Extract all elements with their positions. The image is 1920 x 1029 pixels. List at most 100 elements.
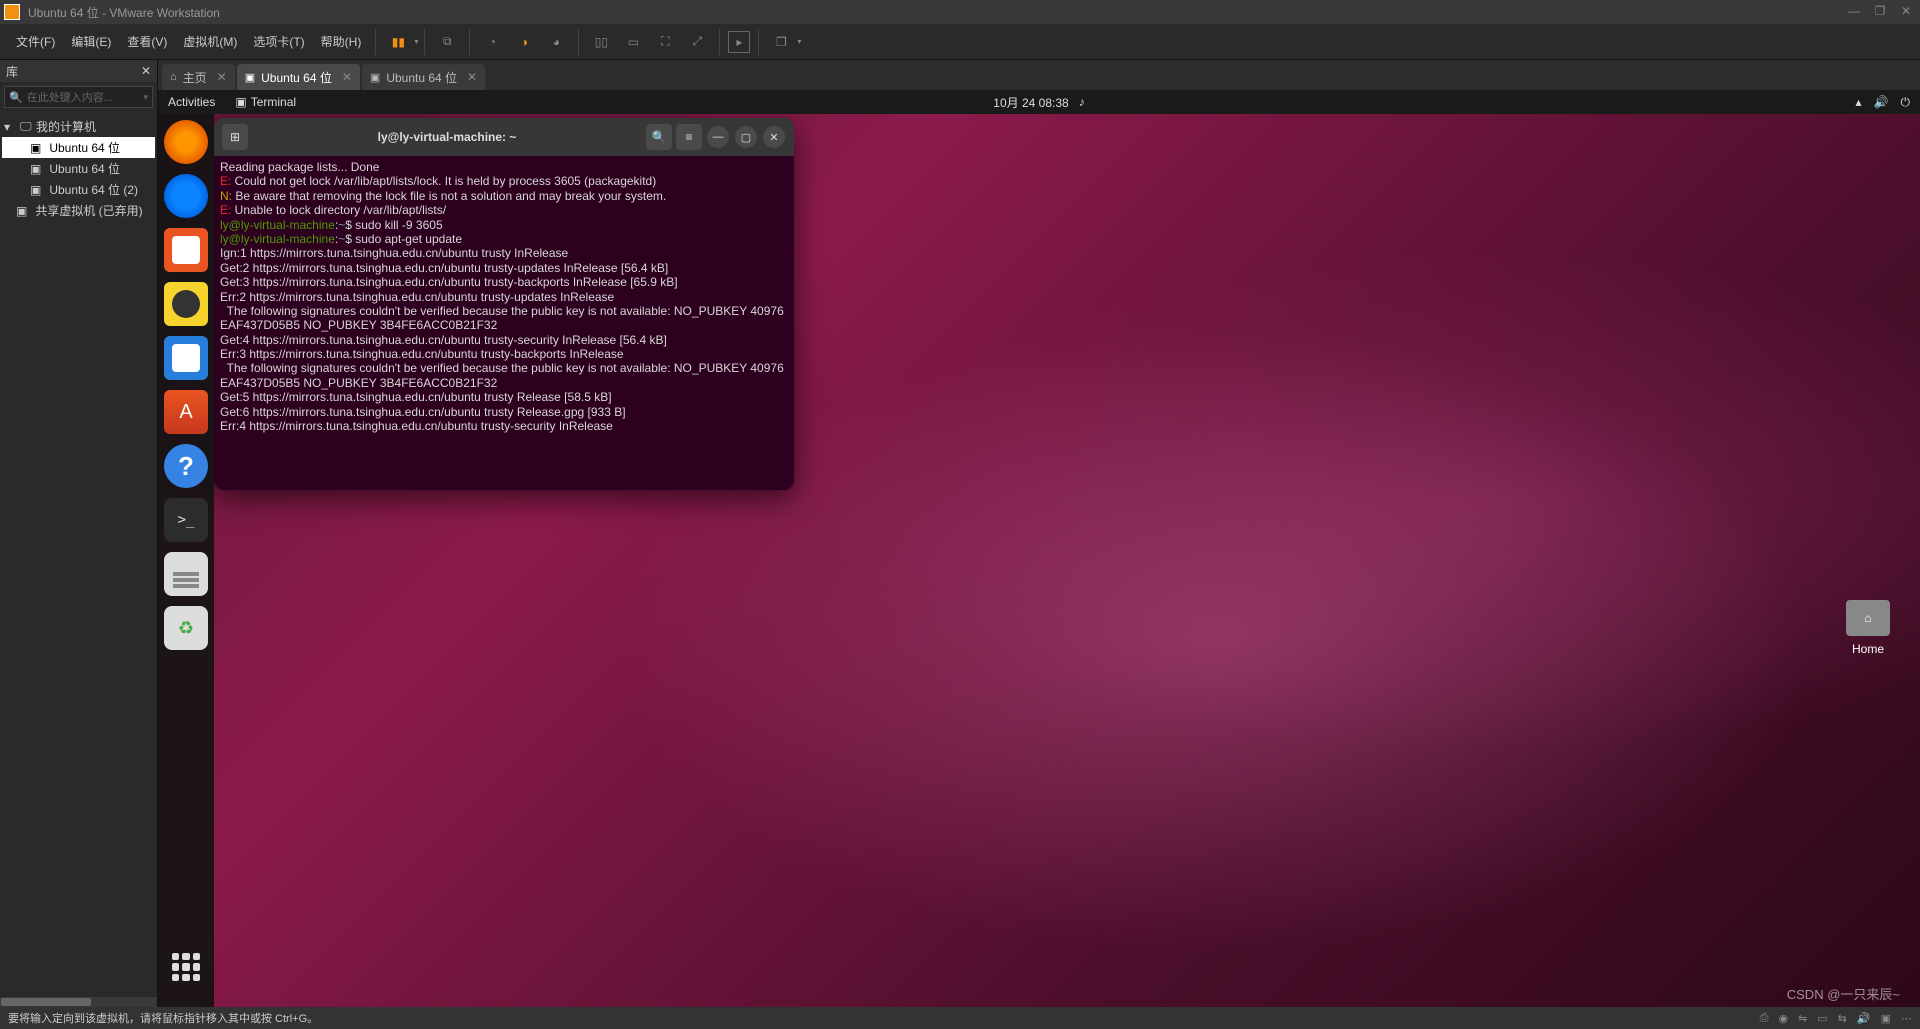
home-icon: ⌂ [170, 71, 177, 83]
search-icon: 🔍 [9, 91, 23, 104]
dock-software[interactable]: A [164, 390, 208, 434]
dock-apps-grid[interactable] [166, 947, 206, 987]
library-tree: ▾ 🖵 我的计算机 ▣ Ubuntu 64 位 ▣ Ubuntu 64 位 ▣ … [0, 112, 157, 225]
terminal-indicator[interactable]: ▣ Terminal [235, 95, 296, 109]
tree-vm-3[interactable]: ▣ Ubuntu 64 位 (2) [2, 179, 155, 200]
snapshot-icon[interactable]: ◔ [478, 28, 506, 56]
dropdown-icon[interactable]: ▾ [143, 92, 148, 103]
library-close-icon[interactable]: ✕ [141, 64, 151, 78]
vm-icon: ▣ [370, 71, 380, 84]
network-icon[interactable]: ▴ [1856, 95, 1862, 110]
terminal-title: ly@ly-virtual-machine: ~ [250, 130, 644, 144]
layout-stretch-icon[interactable]: ⛶ [651, 28, 679, 56]
device-net-icon[interactable]: ⇆ [1838, 1012, 1847, 1025]
tab-close-icon[interactable]: ✕ [342, 70, 352, 84]
terminal-close-button[interactable]: ✕ [763, 126, 785, 148]
device-usb-icon[interactable]: ⇋ [1798, 1012, 1807, 1025]
tab-ubuntu-2[interactable]: ▣ Ubuntu 64 位 ✕ [362, 64, 485, 90]
device-disk-icon[interactable]: ▭ [1817, 1012, 1827, 1025]
maximize-button[interactable]: ❐ [1870, 2, 1890, 22]
datetime[interactable]: 10月 24 08:38 [993, 94, 1068, 111]
tab-ubuntu-active[interactable]: ▣ Ubuntu 64 位 ✕ [237, 64, 360, 90]
computer-icon: 🖵 [20, 119, 34, 134]
vm-icon: ▣ [30, 183, 44, 197]
tree-root[interactable]: ▾ 🖵 我的计算机 [2, 116, 155, 137]
layout-fullscreen-x-icon[interactable]: ⤢ [683, 28, 711, 56]
minimize-button[interactable]: — [1844, 2, 1864, 22]
vm-desktop[interactable]: Activities ▣ Terminal 10月 24 08:38 ♪ ▴ 🔊… [158, 90, 1920, 1007]
vmware-title-bar: Ubuntu 64 位 - VMware Workstation — ❐ ✕ [0, 0, 1920, 24]
dock-libreoffice[interactable] [164, 336, 208, 380]
dock-help[interactable]: ? [164, 444, 208, 488]
library-header: 库 ✕ [0, 60, 157, 82]
main-area: ⌂ 主页 ✕ ▣ Ubuntu 64 位 ✕ ▣ Ubuntu 64 位 ✕ A… [158, 60, 1920, 1007]
tab-bar: ⌂ 主页 ✕ ▣ Ubuntu 64 位 ✕ ▣ Ubuntu 64 位 ✕ [158, 60, 1920, 90]
menu-help[interactable]: 帮助(H) [313, 29, 370, 54]
terminal-header[interactable]: ⊞ ly@ly-virtual-machine: ~ 🔍 ≡ — ▢ ✕ [214, 118, 794, 156]
library-title: 库 [6, 63, 18, 80]
device-print-icon[interactable]: ⎙ [1760, 1012, 1769, 1025]
menu-tabs[interactable]: 选项卡(T) [245, 29, 312, 54]
terminal-menu-button[interactable]: ≡ [676, 124, 702, 150]
layout-thumbs-icon[interactable]: ▭ [619, 28, 647, 56]
tab-close-icon[interactable]: ✕ [467, 70, 477, 84]
dock-trash[interactable]: ♻ [164, 606, 208, 650]
status-icons: ⎙ ◉ ⇋ ▭ ⇆ 🔊 ▣ ⋯ [1760, 1012, 1912, 1025]
console-view-icon[interactable]: ▸ [728, 31, 750, 53]
menu-view[interactable]: 查看(V) [119, 29, 175, 54]
vmware-menu-bar: 文件(F) 编辑(E) 查看(V) 虚拟机(M) 选项卡(T) 帮助(H) ▮▮… [0, 24, 1920, 60]
dock-texteditor[interactable] [164, 552, 208, 596]
terminal-icon: ▣ [235, 95, 246, 109]
terminal-maximize-button[interactable]: ▢ [735, 126, 757, 148]
library-scrollbar[interactable] [0, 997, 157, 1007]
terminal-search-button[interactable]: 🔍 [646, 124, 672, 150]
tree-vm-2[interactable]: ▣ Ubuntu 64 位 [2, 158, 155, 179]
tree-root-label: 我的计算机 [36, 118, 96, 135]
dock-files[interactable] [164, 228, 208, 272]
dock-rhythmbox[interactable] [164, 282, 208, 326]
terminal-body[interactable]: Reading package lists... DoneE: Could no… [214, 156, 794, 490]
ubuntu-top-bar: Activities ▣ Terminal 10月 24 08:38 ♪ ▴ 🔊… [158, 90, 1920, 114]
terminal-minimize-button[interactable]: — [707, 126, 729, 148]
layout-sidebar-icon[interactable]: ▯▯ [587, 28, 615, 56]
snapshot-manager-icon[interactable]: ◕ [542, 28, 570, 56]
tree-shared[interactable]: ▣ 共享虚拟机 (已弃用) [2, 200, 155, 221]
shared-icon: ▣ [16, 204, 30, 218]
dock-terminal[interactable]: >_ [164, 498, 208, 542]
device-display-icon[interactable]: ▣ [1881, 1012, 1891, 1025]
send-ctrl-alt-del-icon[interactable]: ⧉ [433, 28, 461, 56]
window-title: Ubuntu 64 位 - VMware Workstation [28, 4, 220, 21]
vmware-status-bar: 要将输入定向到该虚拟机，请将鼠标指针移入其中或按 Ctrl+G。 ⎙ ◉ ⇋ ▭… [0, 1007, 1920, 1029]
tab-close-icon[interactable]: ✕ [217, 70, 227, 84]
ubuntu-dock: A ? >_ ♻ [158, 114, 214, 1007]
notification-icon[interactable]: ♪ [1079, 95, 1085, 109]
device-cd-icon[interactable]: ◉ [1778, 1012, 1788, 1025]
desktop-home-icon[interactable]: ⌂ Home [1846, 600, 1890, 656]
device-more-icon[interactable]: ⋯ [1901, 1012, 1912, 1025]
vm-icon: ▣ [245, 71, 255, 84]
status-text: 要将输入定向到该虚拟机，请将鼠标指针移入其中或按 Ctrl+G。 [8, 1010, 318, 1026]
device-sound-icon[interactable]: 🔊 [1857, 1012, 1871, 1025]
menu-vm[interactable]: 虚拟机(M) [175, 29, 245, 54]
vmware-logo-icon [4, 4, 20, 20]
close-button[interactable]: ✕ [1896, 2, 1916, 22]
revert-snapshot-icon[interactable]: ◑ [510, 28, 538, 56]
power-icon[interactable]: ⏻ [1901, 95, 1911, 110]
volume-icon[interactable]: 🔊 [1874, 95, 1889, 110]
terminal-newtab-button[interactable]: ⊞ [222, 124, 248, 150]
menu-file[interactable]: 文件(F) [8, 29, 63, 54]
activities-button[interactable]: Activities [168, 95, 215, 109]
dock-firefox[interactable] [164, 120, 208, 164]
tree-vm-1[interactable]: ▣ Ubuntu 64 位 [2, 137, 155, 158]
home-folder-icon: ⌂ [1846, 600, 1890, 636]
library-search[interactable]: 🔍 在此处键入内容... ▾ [4, 86, 153, 108]
terminal-window[interactable]: ⊞ ly@ly-virtual-machine: ~ 🔍 ≡ — ▢ ✕ Rea… [214, 118, 794, 490]
tab-home[interactable]: ⌂ 主页 ✕ [162, 64, 235, 90]
unity-icon[interactable]: ❐ [767, 28, 795, 56]
collapse-icon: ▾ [4, 120, 18, 134]
vm-icon: ▣ [30, 141, 44, 155]
dock-thunderbird[interactable] [164, 174, 208, 218]
watermark: CSDN @一只来辰~ [1787, 984, 1900, 1003]
pause-icon[interactable]: ▮▮ [384, 28, 412, 56]
menu-edit[interactable]: 编辑(E) [63, 29, 119, 54]
